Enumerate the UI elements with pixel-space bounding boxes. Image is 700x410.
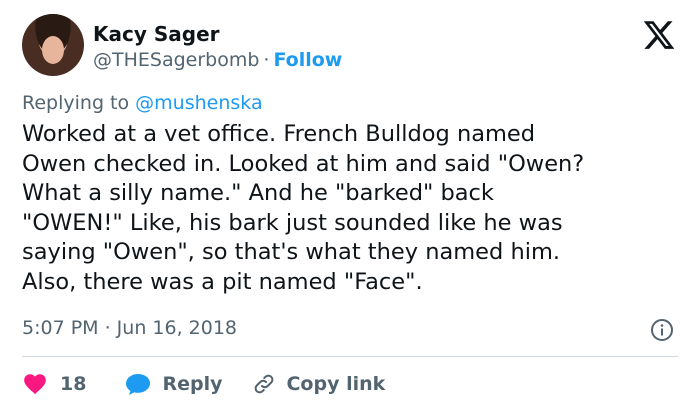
x-logo-icon[interactable] <box>642 18 676 52</box>
reply-mention-link[interactable]: @mushenska <box>135 92 262 114</box>
copy-link-button[interactable]: Copy link <box>252 372 385 396</box>
avatar[interactable] <box>22 14 84 76</box>
reply-button[interactable]: Reply <box>124 371 222 397</box>
heart-icon <box>24 374 46 395</box>
like-count: 18 <box>60 373 87 395</box>
speech-bubble-icon <box>126 374 151 395</box>
replying-to: Replying to @mushenska <box>22 92 263 114</box>
avatar-face <box>42 36 64 64</box>
replying-prefix: Replying to <box>22 92 130 114</box>
link-icon <box>255 374 274 394</box>
tweet-timestamp[interactable]: 5:07 PM · Jun 16, 2018 <box>22 317 237 339</box>
copy-link-label: Copy link <box>286 373 386 395</box>
follow-button[interactable]: Follow <box>273 49 342 71</box>
author-name[interactable]: Kacy Sager <box>93 22 220 46</box>
tweet-text: Worked at a vet office. French Bulldog n… <box>22 121 585 295</box>
handle-separator: · <box>263 49 270 71</box>
author-handle-row: @THESagerbomb · Follow <box>93 49 342 71</box>
tweet-card: Kacy Sager @THESagerbomb · Follow Replying… <box>0 0 700 410</box>
reply-label: Reply <box>162 373 223 395</box>
divider <box>22 356 678 357</box>
info-icon[interactable] <box>650 318 674 342</box>
author-handle[interactable]: @THESagerbomb <box>93 49 259 71</box>
action-bar: 18 Reply Copy link <box>22 369 385 399</box>
like-button[interactable]: 18 <box>22 371 86 397</box>
